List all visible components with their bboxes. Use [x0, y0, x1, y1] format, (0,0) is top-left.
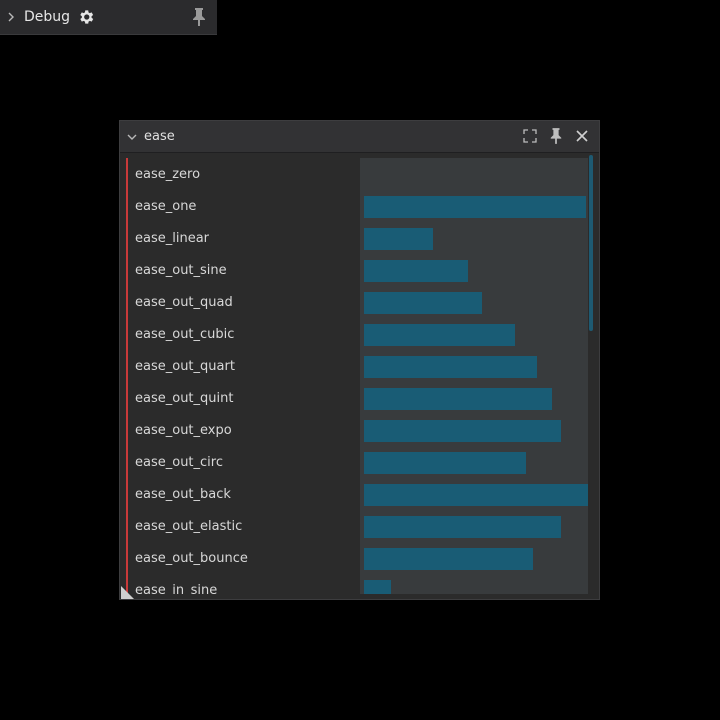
value-bar	[364, 452, 526, 474]
value-bar	[364, 196, 586, 218]
list-item[interactable]: ease_out_elastic	[126, 511, 590, 543]
ease-label: ease_out_expo	[135, 423, 232, 438]
ease-list[interactable]: ease_zero ease_one ease_linear ease_out_sin…	[126, 158, 594, 594]
pin-icon[interactable]	[191, 7, 207, 31]
list-item[interactable]: ease_out_bounce	[126, 543, 590, 575]
value-bar	[364, 324, 515, 346]
scrollbar-thumb[interactable]	[589, 155, 593, 331]
value-bar	[364, 292, 482, 314]
gear-icon[interactable]	[77, 8, 95, 26]
list-item[interactable]: ease_out_back	[126, 479, 590, 511]
ease-label: ease_out_bounce	[135, 551, 248, 566]
list-item[interactable]: ease_one	[126, 191, 590, 223]
list-item[interactable]: ease_linear	[126, 223, 590, 255]
ease-label: ease_out_elastic	[135, 519, 243, 534]
ease-label: ease_one	[135, 199, 197, 214]
ease-label: ease_out_quart	[135, 359, 235, 374]
value-bar	[364, 420, 561, 442]
value-bar	[364, 388, 552, 410]
window-title: ease	[144, 129, 175, 144]
list-item[interactable]: ease_out_quart	[126, 351, 590, 383]
window-header[interactable]: ease	[120, 121, 599, 153]
ease-label: ease_out_quint	[135, 391, 234, 406]
ease-label: ease_out_cubic	[135, 327, 235, 342]
value-bar	[364, 260, 468, 282]
scrollbar[interactable]	[588, 153, 594, 593]
list-item[interactable]: ease_out_cubic	[126, 319, 590, 351]
value-bar	[364, 548, 533, 570]
list-item[interactable]: ease_in_sine	[126, 575, 590, 594]
list-item[interactable]: ease_out_circ	[126, 447, 590, 479]
ease-label: ease_in_sine	[135, 583, 218, 594]
list-item[interactable]: ease_out_quad	[126, 287, 590, 319]
ease-label: ease_out_sine	[135, 263, 227, 278]
chevron-right-icon[interactable]	[0, 12, 22, 22]
list-item[interactable]: ease_out_sine	[126, 255, 590, 287]
ease-window: ease ease_zero ease_one ease_linear ease_ou…	[119, 120, 600, 600]
ease-label: ease_out_back	[135, 487, 231, 502]
debug-title: Debug	[24, 9, 71, 25]
debug-bar[interactable]: Debug	[0, 0, 217, 35]
value-bar	[364, 516, 561, 538]
ease-label: ease_out_quad	[135, 295, 233, 310]
value-bar	[364, 484, 590, 506]
ease-label: ease_zero	[135, 167, 201, 182]
maximize-icon[interactable]	[521, 127, 539, 145]
close-icon[interactable]	[573, 127, 591, 145]
chevron-down-icon[interactable]	[120, 133, 144, 141]
list-item[interactable]: ease_out_quint	[126, 383, 590, 415]
ease-label: ease_out_circ	[135, 455, 223, 470]
list-item[interactable]: ease_out_expo	[126, 415, 590, 447]
list-item[interactable]: ease_zero	[126, 159, 590, 191]
resize-grip-icon[interactable]	[121, 585, 135, 604]
ease-label: ease_linear	[135, 231, 210, 246]
value-bar	[364, 228, 433, 250]
value-bar	[364, 580, 391, 594]
value-bar	[364, 356, 537, 378]
pin-icon[interactable]	[547, 127, 565, 145]
